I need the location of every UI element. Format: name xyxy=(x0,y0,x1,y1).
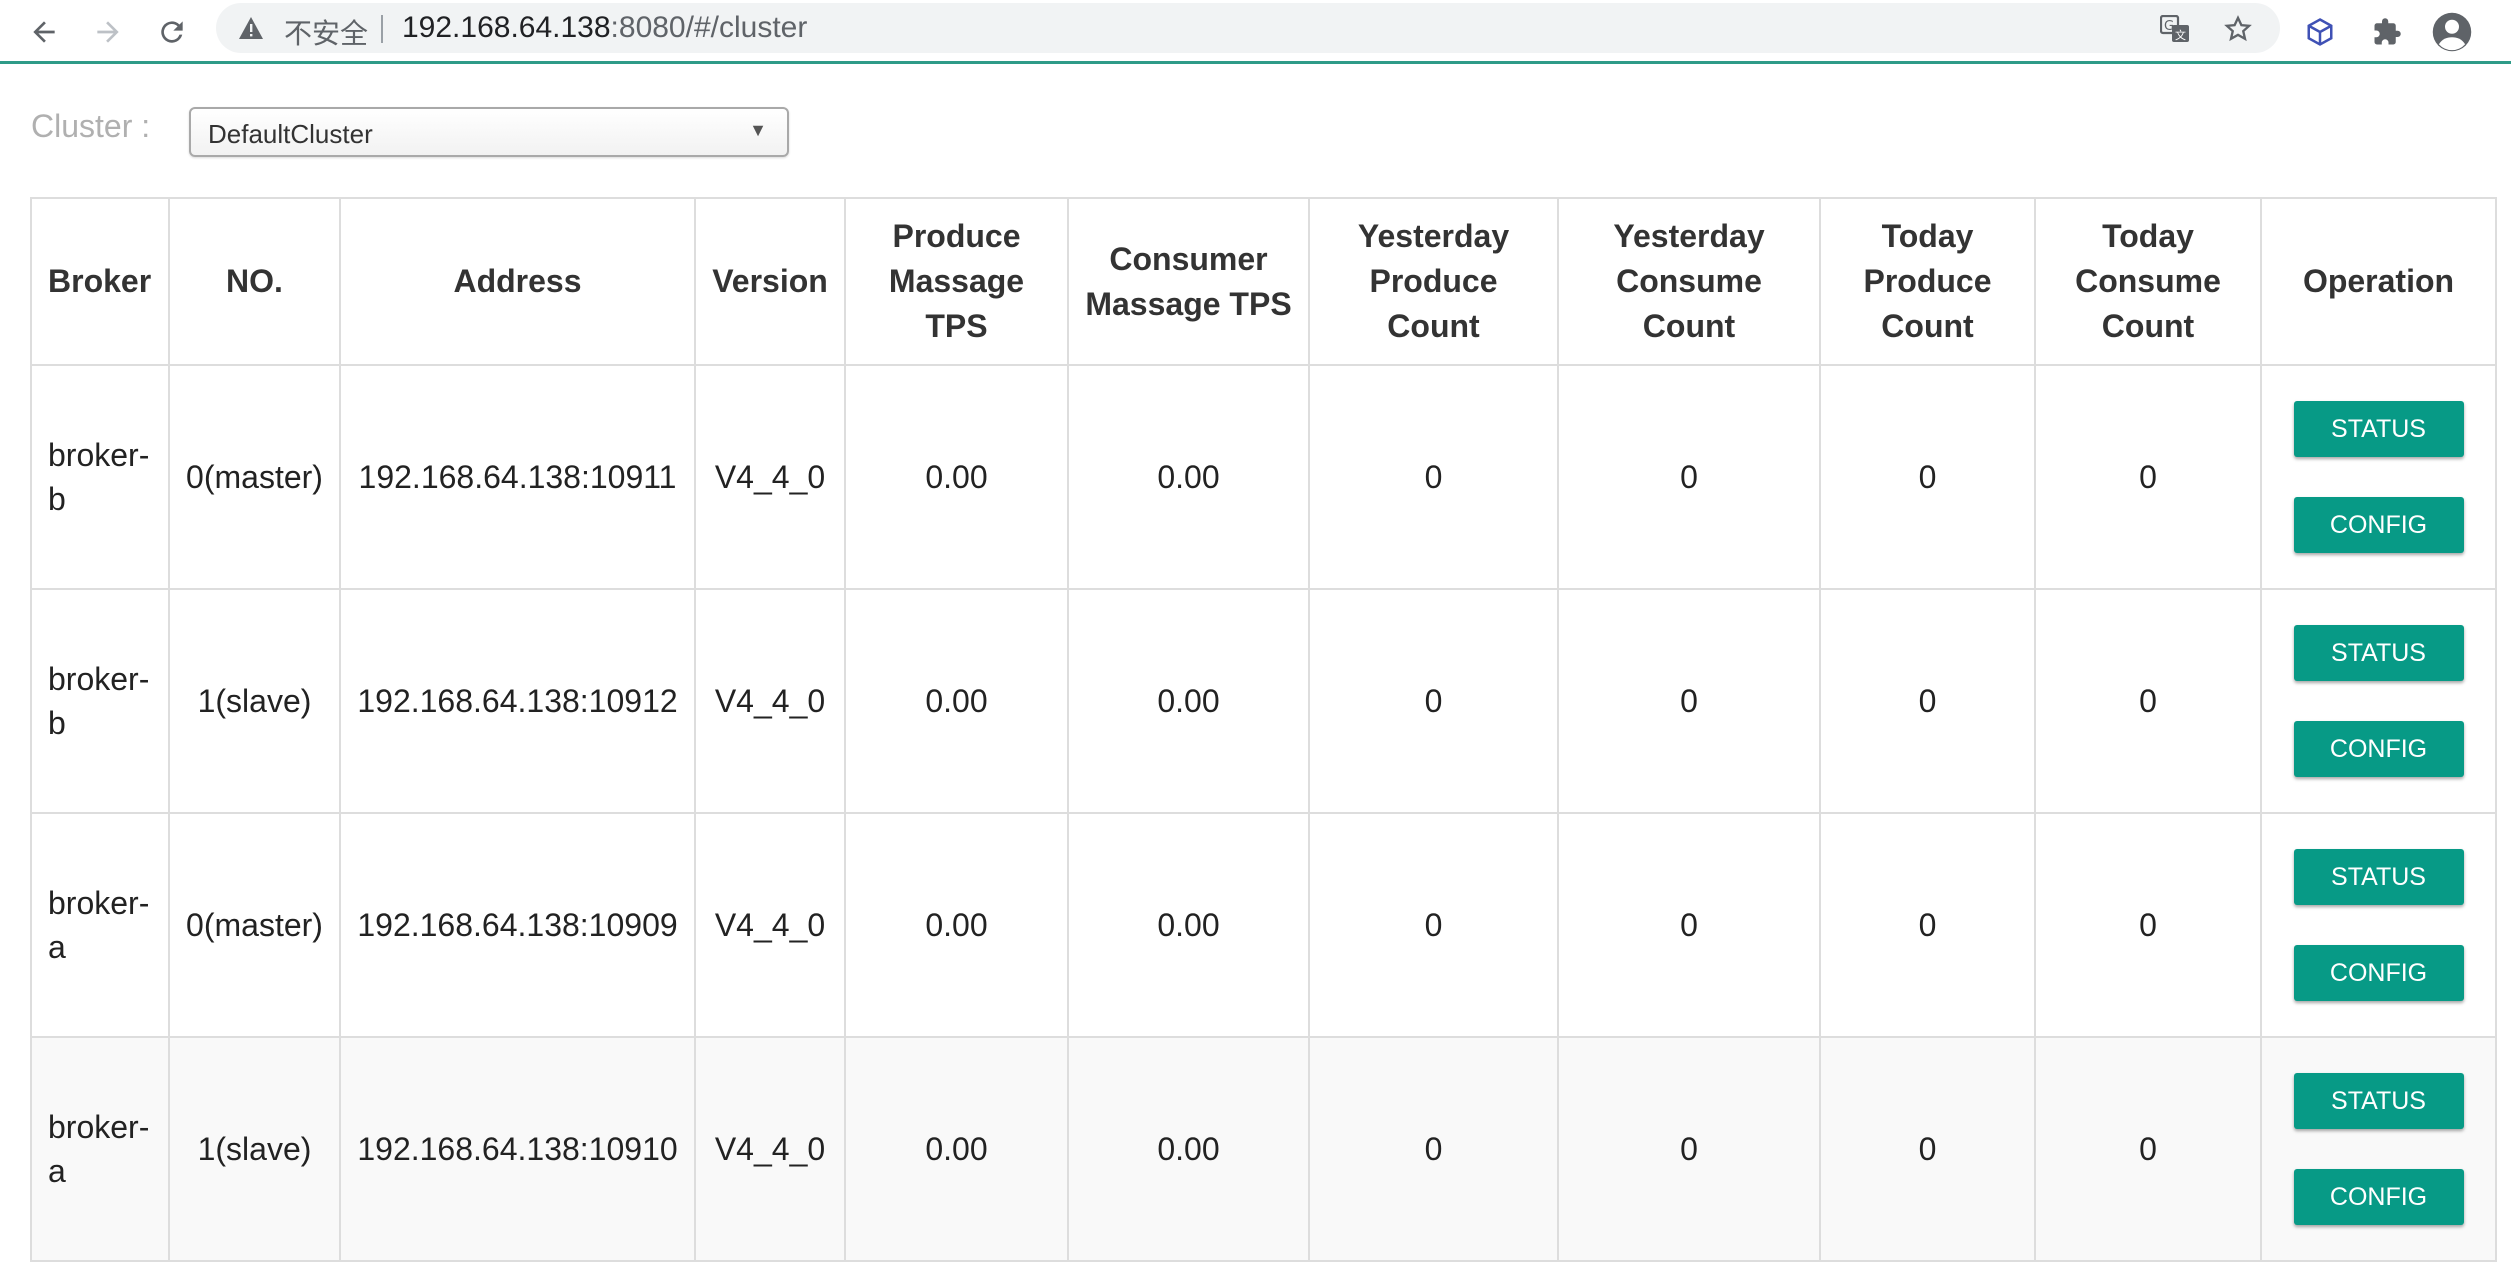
consumer-tps-cell: 0.00 xyxy=(1067,588,1310,814)
star-icon[interactable] xyxy=(2224,15,2252,48)
consumer-tps-cell: 0.00 xyxy=(1067,1036,1310,1262)
broker-version-cell: V4_4_0 xyxy=(694,1036,846,1262)
broker-name-cell: broker-b xyxy=(30,364,170,590)
config-button[interactable]: CONFIG xyxy=(2293,497,2464,553)
yesterday-produce-cell: 0 xyxy=(1308,588,1559,814)
broker-name: broker-b xyxy=(48,661,150,741)
today-consume-cell: 0 xyxy=(2034,1036,2262,1262)
svg-text:文: 文 xyxy=(2175,28,2186,42)
table-row: broker-a 1(slave) 192.168.64.138:10910 V… xyxy=(30,1036,2497,1262)
yesterday-consume-cell: 0 xyxy=(1557,812,1821,1038)
translate-icon[interactable]: G文 xyxy=(2159,14,2190,48)
header-yesterday-produce: Yesterday Produce Count xyxy=(1308,197,1559,366)
today-produce-cell: 0 xyxy=(1819,812,2036,1038)
reload-icon[interactable] xyxy=(150,10,194,54)
yesterday-produce-cell: 0 xyxy=(1308,1036,1559,1262)
header-consumer-tps: Consumer Massage TPS xyxy=(1067,197,1310,366)
broker-no-cell: 1(slave) xyxy=(168,588,341,814)
forward-icon[interactable] xyxy=(86,10,130,54)
yesterday-produce-cell: 0 xyxy=(1308,364,1559,590)
yesterday-consume-cell: 0 xyxy=(1557,1036,1821,1262)
header-today-consume: Today Consume Count xyxy=(2034,197,2262,366)
operation-cell: STATUS CONFIG xyxy=(2260,812,2497,1038)
produce-tps-cell: 0.00 xyxy=(844,588,1069,814)
broker-version-cell: V4_4_0 xyxy=(694,812,846,1038)
broker-address-cell: 192.168.64.138:10910 xyxy=(339,1036,696,1262)
address-bar[interactable]: 不安全 192.168.64.138:8080/#/cluster G文 xyxy=(216,3,2280,53)
yesterday-consume-cell: 0 xyxy=(1557,588,1821,814)
broker-address-cell: 192.168.64.138:10909 xyxy=(339,812,696,1038)
broker-address-cell: 192.168.64.138:10912 xyxy=(339,588,696,814)
today-produce-cell: 0 xyxy=(1819,1036,2036,1262)
header-produce-tps: Produce Massage TPS xyxy=(844,197,1069,366)
config-button[interactable]: CONFIG xyxy=(2293,945,2464,1001)
status-button[interactable]: STATUS xyxy=(2293,849,2464,905)
header-broker: Broker xyxy=(30,197,170,366)
cluster-label: Cluster : xyxy=(31,108,151,144)
broker-no-cell: 1(slave) xyxy=(168,1036,341,1262)
url-path: :8080/#/cluster xyxy=(610,11,808,44)
chevron-down-icon: ▼ xyxy=(749,120,767,140)
today-consume-cell: 0 xyxy=(2034,364,2262,590)
today-produce-cell: 0 xyxy=(1819,364,2036,590)
today-produce-cell: 0 xyxy=(1819,588,2036,814)
status-button[interactable]: STATUS xyxy=(2293,401,2464,457)
operation-cell: STATUS CONFIG xyxy=(2260,364,2497,590)
cluster-select[interactable]: DefaultCluster ▼ xyxy=(189,107,789,157)
header-address: Address xyxy=(339,197,696,366)
config-button[interactable]: CONFIG xyxy=(2293,721,2464,777)
produce-tps-cell: 0.00 xyxy=(844,1036,1069,1262)
back-icon[interactable] xyxy=(22,10,66,54)
warning-icon[interactable] xyxy=(238,16,264,45)
security-status-label[interactable]: 不安全 xyxy=(284,12,368,52)
today-consume-cell: 0 xyxy=(2034,588,2262,814)
produce-tps-cell: 0.00 xyxy=(844,812,1069,1038)
table-row: broker-b 0(master) 192.168.64.138:10911 … xyxy=(30,364,2497,590)
broker-version-cell: V4_4_0 xyxy=(694,364,846,590)
broker-table: Broker NO. Address Version Produce Massa… xyxy=(30,197,2497,1262)
broker-name-cell: broker-b xyxy=(30,588,170,814)
url-host: 192.168.64.138 xyxy=(402,11,611,44)
browser-toolbar: 不安全 192.168.64.138:8080/#/cluster G文 xyxy=(0,0,2511,64)
today-consume-cell: 0 xyxy=(2034,812,2262,1038)
table-row: broker-a 0(master) 192.168.64.138:10909 … xyxy=(30,812,2497,1038)
puzzle-icon[interactable] xyxy=(2365,10,2409,54)
cluster-select-value: DefaultCluster xyxy=(208,119,373,149)
extension-cube-icon[interactable] xyxy=(2298,10,2342,54)
header-no: NO. xyxy=(168,197,341,366)
broker-no-cell: 0(master) xyxy=(168,812,341,1038)
broker-version-cell: V4_4_0 xyxy=(694,588,846,814)
header-version: Version xyxy=(694,197,846,366)
header-yesterday-consume: Yesterday Consume Count xyxy=(1557,197,1821,366)
broker-address-cell: 192.168.64.138:10911 xyxy=(339,364,696,590)
broker-name: broker-a xyxy=(48,885,150,965)
status-button[interactable]: STATUS xyxy=(2293,1073,2464,1129)
produce-tps-cell: 0.00 xyxy=(844,364,1069,590)
header-operation: Operation xyxy=(2260,197,2497,366)
table-row: broker-b 1(slave) 192.168.64.138:10912 V… xyxy=(30,588,2497,814)
profile-icon[interactable] xyxy=(2430,10,2474,54)
consumer-tps-cell: 0.00 xyxy=(1067,364,1310,590)
status-button[interactable]: STATUS xyxy=(2293,625,2464,681)
yesterday-consume-cell: 0 xyxy=(1557,364,1821,590)
omnibox-divider xyxy=(381,15,383,43)
consumer-tps-cell: 0.00 xyxy=(1067,812,1310,1038)
broker-name-cell: broker-a xyxy=(30,1036,170,1262)
header-today-produce: Today Produce Count xyxy=(1819,197,2036,366)
broker-name: broker-a xyxy=(48,1109,150,1189)
operation-cell: STATUS CONFIG xyxy=(2260,1036,2497,1262)
yesterday-produce-cell: 0 xyxy=(1308,812,1559,1038)
broker-name: broker-b xyxy=(48,437,150,517)
url-text[interactable]: 192.168.64.138:8080/#/cluster xyxy=(402,11,807,45)
table-header-row: Broker NO. Address Version Produce Massa… xyxy=(30,197,2497,366)
operation-cell: STATUS CONFIG xyxy=(2260,588,2497,814)
config-button[interactable]: CONFIG xyxy=(2293,1169,2464,1225)
broker-name-cell: broker-a xyxy=(30,812,170,1038)
broker-no-cell: 0(master) xyxy=(168,364,341,590)
